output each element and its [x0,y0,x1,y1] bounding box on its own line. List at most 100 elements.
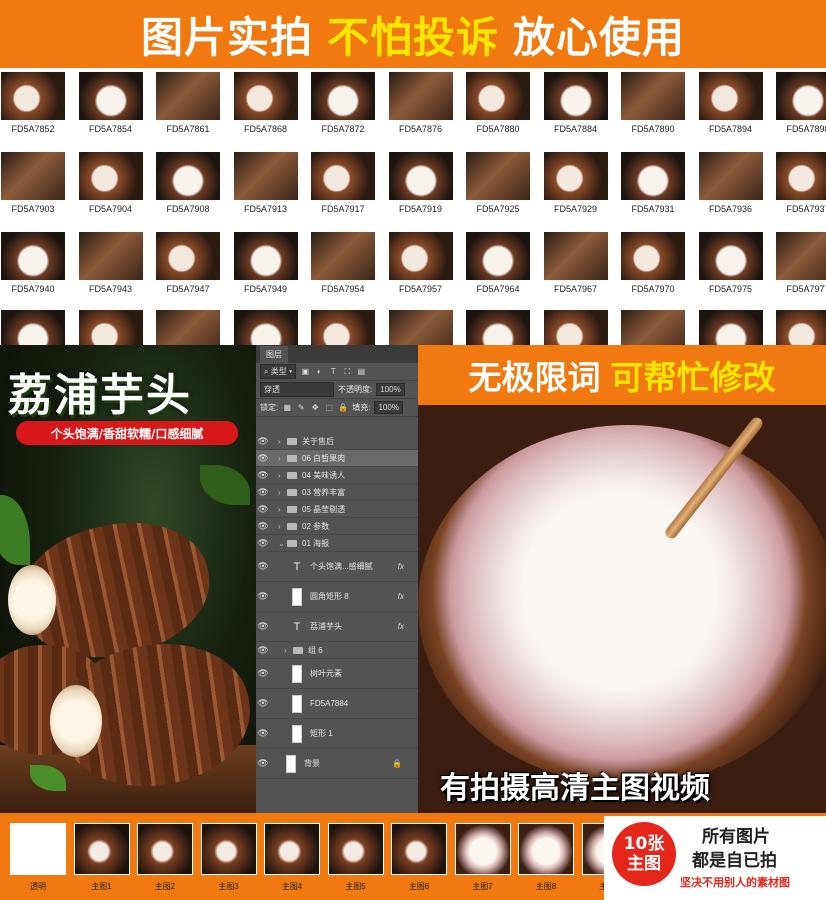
thumbnail-item[interactable]: FD5A7919 [382,150,460,228]
chevron-right-icon[interactable]: › [278,522,287,531]
thumbnail-item[interactable]: FD5A7890 [614,70,692,148]
chevron-down-icon[interactable]: ⌄ [278,539,287,548]
thumbnail-item[interactable]: FD5A7931 [614,150,692,228]
chevron-right-icon[interactable]: › [278,471,287,480]
thumbnail-item[interactable]: FD5A7964 [459,230,537,308]
thumbnail-item[interactable]: FD5A7949 [227,230,305,308]
thumbnail-item[interactable]: FD5A7970 [614,230,692,308]
layer-row[interactable]: 👁 › 关于售后 [256,433,418,450]
image-filter-icon[interactable]: ▣ [300,367,310,377]
main-image-item[interactable]: 主图7 [454,823,511,891]
thumbnail-item[interactable]: FD5A7929 [537,150,615,228]
effects-icon[interactable]: fx [398,562,404,571]
lock-move-icon[interactable]: ✥ [310,403,320,413]
layers-tab[interactable]: 图层 [260,345,288,363]
layer-row[interactable]: 👁 › 05 晶莹剔透 [256,501,418,518]
thumbnail-item[interactable]: FD5A7977 [769,230,826,308]
visibility-eye-icon[interactable]: 👁 [256,470,270,481]
chevron-right-icon[interactable]: › [278,488,287,497]
visibility-eye-icon[interactable]: 👁 [256,436,270,447]
layer-row[interactable]: 👁 圆角矩形 8 fx [256,582,418,612]
visibility-eye-icon[interactable]: 👁 [256,538,270,549]
visibility-eye-icon[interactable]: 👁 [256,645,270,656]
text-filter-icon[interactable]: T [328,367,338,377]
thumbnail-item[interactable]: FD5A7975 [692,230,770,308]
thumbnail-item[interactable] [537,308,615,345]
layer-row[interactable]: 👁 › 组 6 [256,642,418,659]
visibility-eye-icon[interactable]: 👁 [256,487,270,498]
chevron-right-icon[interactable]: › [284,646,293,655]
thumbnail-item[interactable]: FD5A7872 [304,70,382,148]
smart-object-filter-icon[interactable]: ▤ [356,367,366,377]
visibility-eye-icon[interactable]: 👁 [256,758,270,769]
visibility-eye-icon[interactable]: 👁 [256,591,270,602]
main-image-item[interactable]: 透明 [10,823,66,891]
chevron-right-icon[interactable]: › [278,454,287,463]
thumbnail-item[interactable] [227,308,305,345]
thumbnail-item[interactable] [614,308,692,345]
layer-row[interactable]: 👁 › 06 白皙果肉 [256,450,418,467]
thumbnail-item[interactable]: FD5A7925 [459,150,537,228]
opacity-input[interactable]: 100% [376,383,405,396]
thumbnail-item[interactable] [769,308,826,345]
thumbnail-item[interactable]: FD5A7913 [227,150,305,228]
visibility-eye-icon[interactable]: 👁 [256,561,270,572]
main-image-item[interactable]: 主图6 [391,823,447,891]
chevron-right-icon[interactable]: › [278,437,287,446]
effects-icon[interactable]: fx [398,592,404,601]
visibility-eye-icon[interactable]: 👁 [256,698,270,709]
main-image-item[interactable]: 主图2 [137,823,193,891]
layer-row[interactable]: 👁 ⌄ 01 海报 [256,535,418,552]
thumbnail-item[interactable]: FD5A7957 [382,230,460,308]
thumbnail-item[interactable]: FD5A7937 [769,150,826,228]
layer-row[interactable]: 👁 › 04 美味诱人 [256,467,418,484]
thumbnail-item[interactable]: FD5A7947 [149,230,227,308]
thumbnail-item[interactable]: FD5A7852 [0,70,72,148]
blend-mode-select[interactable]: 穿透 [260,382,334,397]
layer-row[interactable]: 👁 › 03 营养丰富 [256,484,418,501]
thumbnail-item[interactable]: FD5A7936 [692,150,770,228]
thumbnail-item[interactable] [382,308,460,345]
thumbnail-item[interactable] [149,308,227,345]
thumbnail-item[interactable]: FD5A7898 [769,70,826,148]
fill-input[interactable]: 100% [374,401,403,414]
thumbnail-item[interactable]: FD5A7894 [692,70,770,148]
thumbnail-item[interactable]: FD5A7954 [304,230,382,308]
thumbnail-item[interactable] [304,308,382,345]
visibility-eye-icon[interactable]: 👁 [256,453,270,464]
thumbnail-item[interactable]: FD5A7854 [72,70,150,148]
main-image-item[interactable]: 主图3 [200,823,257,891]
thumbnail-item[interactable]: FD5A7880 [459,70,537,148]
visibility-eye-icon[interactable]: 👁 [256,728,270,739]
thumbnail-item[interactable]: FD5A7904 [72,150,150,228]
thumbnail-item[interactable]: FD5A7884 [537,70,615,148]
thumbnail-item[interactable] [72,308,150,345]
main-image-item[interactable]: 主图1 [73,823,130,891]
visibility-eye-icon[interactable]: 👁 [256,668,270,679]
layer-row[interactable]: 👁 矩形 1 [256,719,418,749]
thumbnail-item[interactable]: FD5A7967 [537,230,615,308]
adjustment-filter-icon[interactable]: ◐ [314,367,324,377]
layer-row[interactable]: 👁 FD5A7884 [256,689,418,719]
layer-row[interactable]: 👁 T 个头饱满...感细腻 fx [256,552,418,582]
thumbnail-item[interactable]: FD5A7940 [0,230,72,308]
main-image-item[interactable]: 主图8 [518,823,574,891]
shape-filter-icon[interactable]: ⛶ [342,367,352,377]
thumbnail-item[interactable] [0,308,72,345]
thumbnail-item[interactable]: FD5A7908 [149,150,227,228]
visibility-eye-icon[interactable]: 👁 [256,621,270,632]
lock-brush-icon[interactable]: ✎ [296,403,306,413]
thumbnail-item[interactable]: FD5A7903 [0,150,72,228]
visibility-eye-icon[interactable]: 👁 [256,504,270,515]
thumbnail-item[interactable] [459,308,537,345]
filter-select[interactable]: ⌕ 类型 ▾ [260,364,297,379]
main-image-item[interactable]: 主图4 [264,823,320,891]
lock-all-icon[interactable]: 🔒 [338,403,348,413]
layer-row[interactable]: 👁 背景 🔒 [256,749,418,779]
effects-icon[interactable]: fx [398,622,404,631]
thumbnail-item[interactable] [692,308,770,345]
lock-pixels-icon[interactable]: ▦ [282,403,292,413]
main-image-item[interactable]: 主图5 [327,823,384,891]
layer-row[interactable]: 👁 树叶元素 [256,659,418,689]
chevron-right-icon[interactable]: › [278,505,287,514]
